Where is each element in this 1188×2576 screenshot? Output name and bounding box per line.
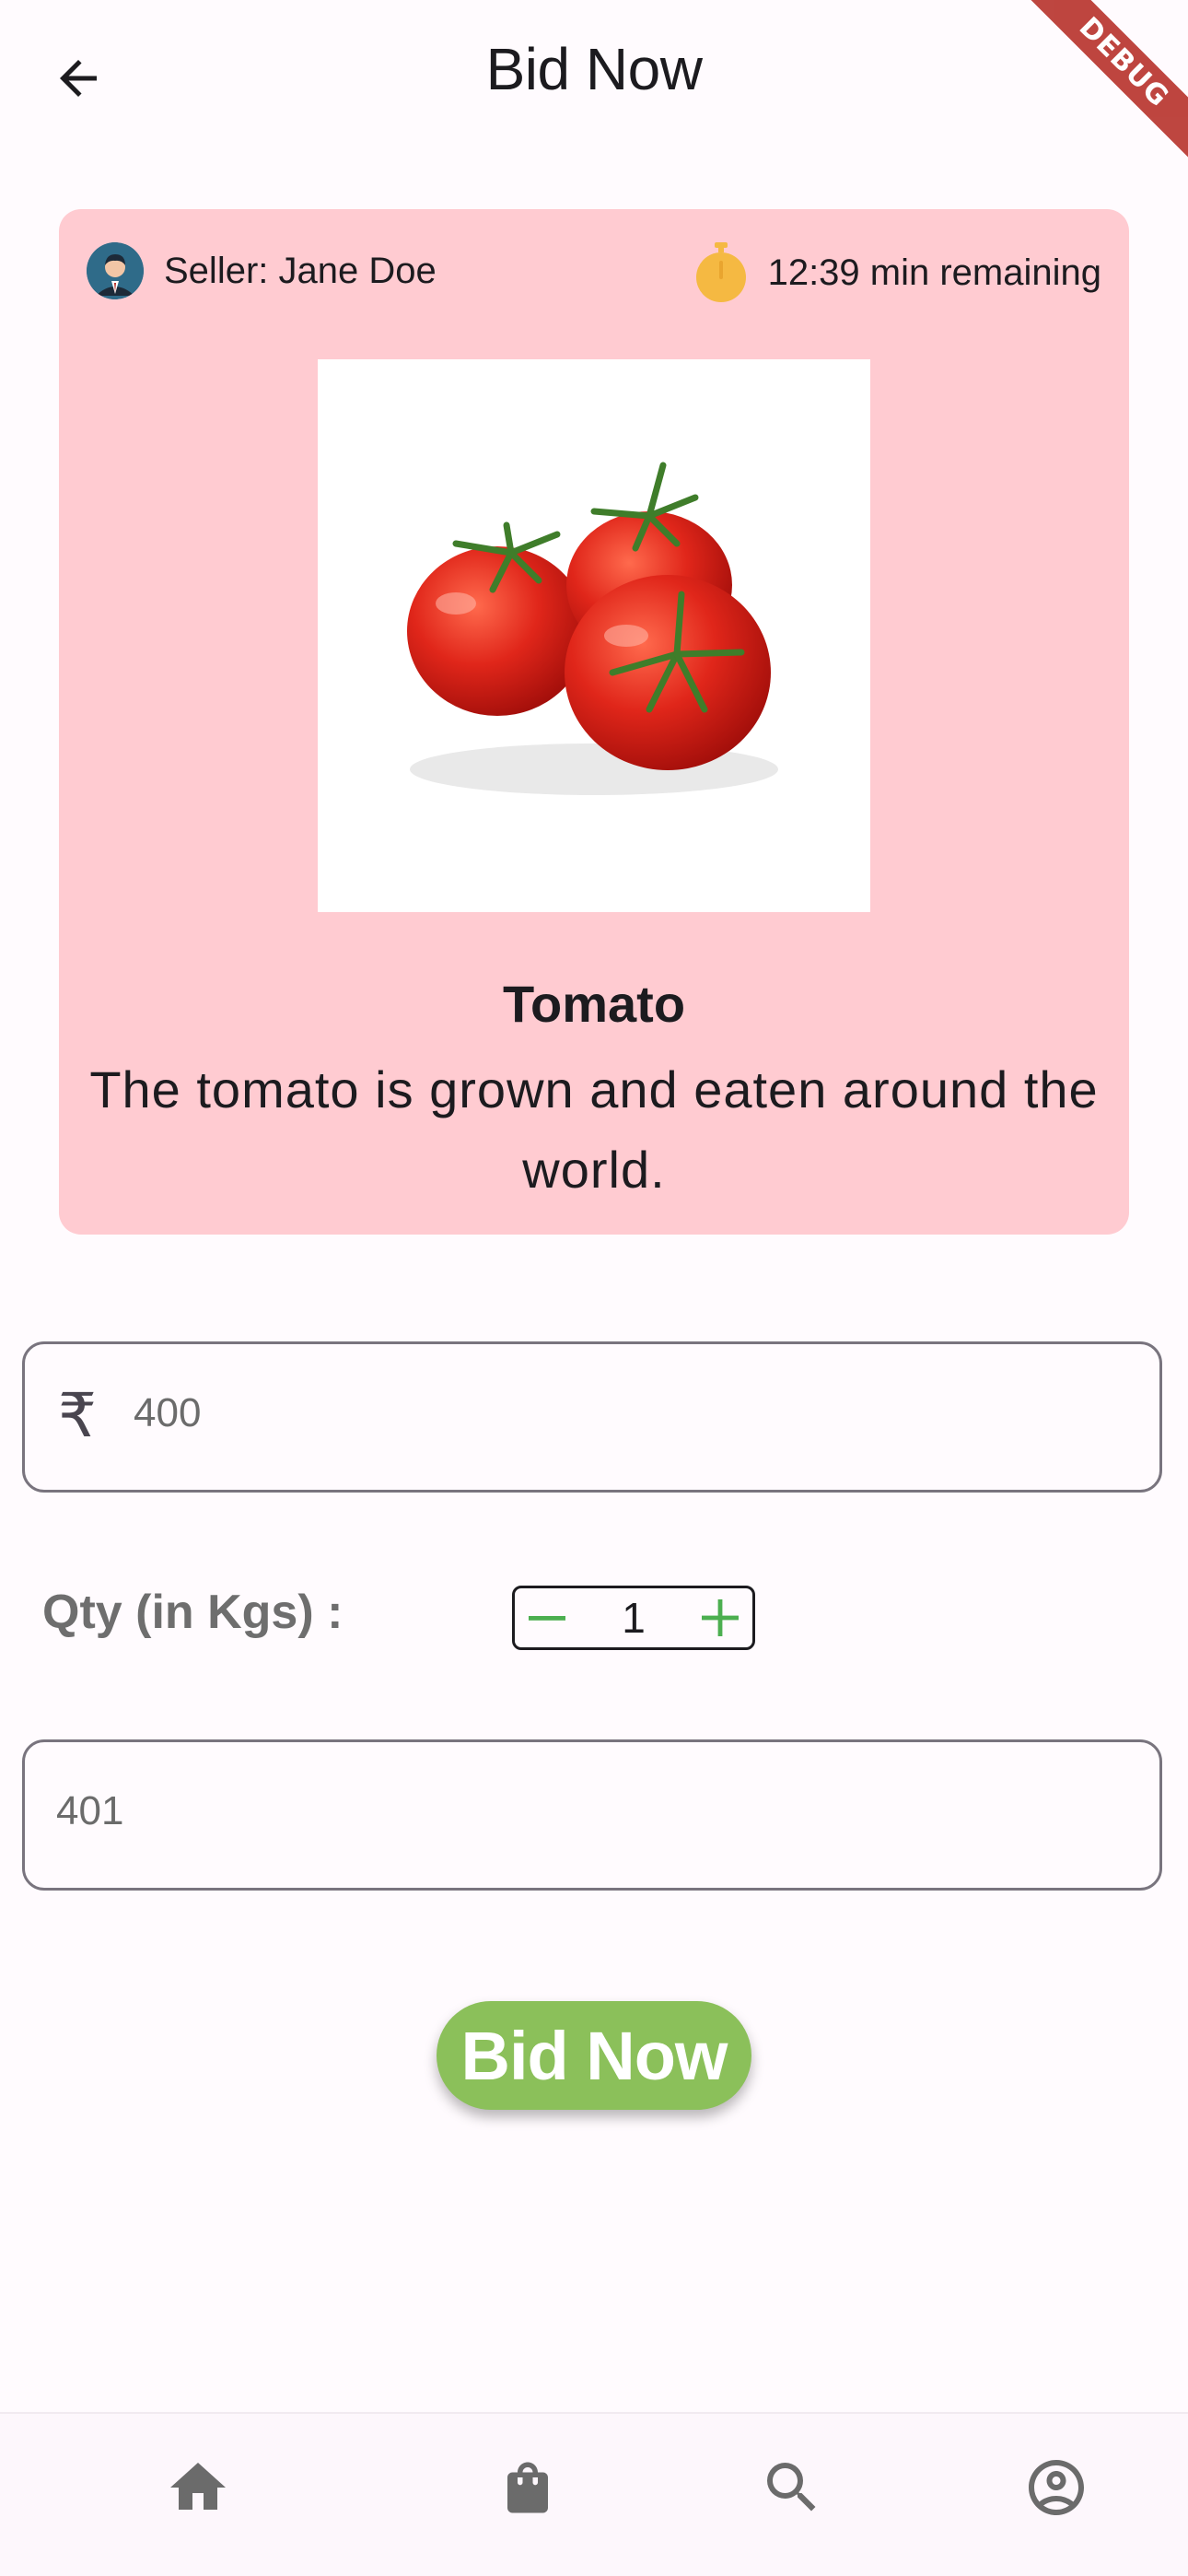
bid-now-button[interactable]: Bid Now [437,2001,751,2110]
product-name: Tomato [502,975,686,1033]
product-image [318,359,870,912]
plus-icon [702,1599,739,1636]
minus-icon [529,1616,565,1621]
home-icon [170,2463,226,2510]
nav-account[interactable] [1010,2441,1102,2534]
nav-search[interactable] [746,2441,838,2534]
bid-price-value: 400 [134,1390,202,1435]
product-card: Seller: Jane Doe 12:39 min remaining Tom… [59,209,1129,1235]
stopwatch-icon [695,242,746,302]
nav-home[interactable] [152,2441,244,2534]
total-bid-input[interactable]: 401 [22,1739,1162,1891]
total-bid-value: 401 [56,1788,124,1833]
page-title: Bid Now [485,36,703,102]
shopping-bag-icon [507,2462,548,2513]
product-description: The tomato is grown and eaten around the… [89,1060,1099,1199]
search-icon [767,2463,816,2512]
timer-text: 12:39 min remaining [767,252,1101,293]
increment-button[interactable] [688,1588,752,1647]
decrement-button[interactable] [515,1588,579,1647]
app-bar: Bid Now DEBUG [0,0,1188,195]
bottom-navigation [0,2412,1188,2576]
qty-label: Qty (in Kgs) : [42,1586,344,1639]
bid-price-input[interactable]: ₹ 400 [22,1341,1162,1493]
account-circle-icon [1029,2460,1084,2515]
quantity-stepper: 1 [512,1586,755,1650]
qty-value: 1 [622,1594,646,1642]
bid-now-screen: Bid Now DEBUG Seller: Jane Doe 12:39 min… [0,0,1188,2576]
seller-info: Seller: Jane Doe [87,242,437,299]
seller-avatar-icon [87,242,144,299]
seller-name: Seller: Jane Doe [164,250,437,291]
rupee-icon: ₹ [58,1380,97,1451]
time-remaining: 12:39 min remaining [694,242,1101,303]
nav-shop[interactable] [482,2441,574,2534]
